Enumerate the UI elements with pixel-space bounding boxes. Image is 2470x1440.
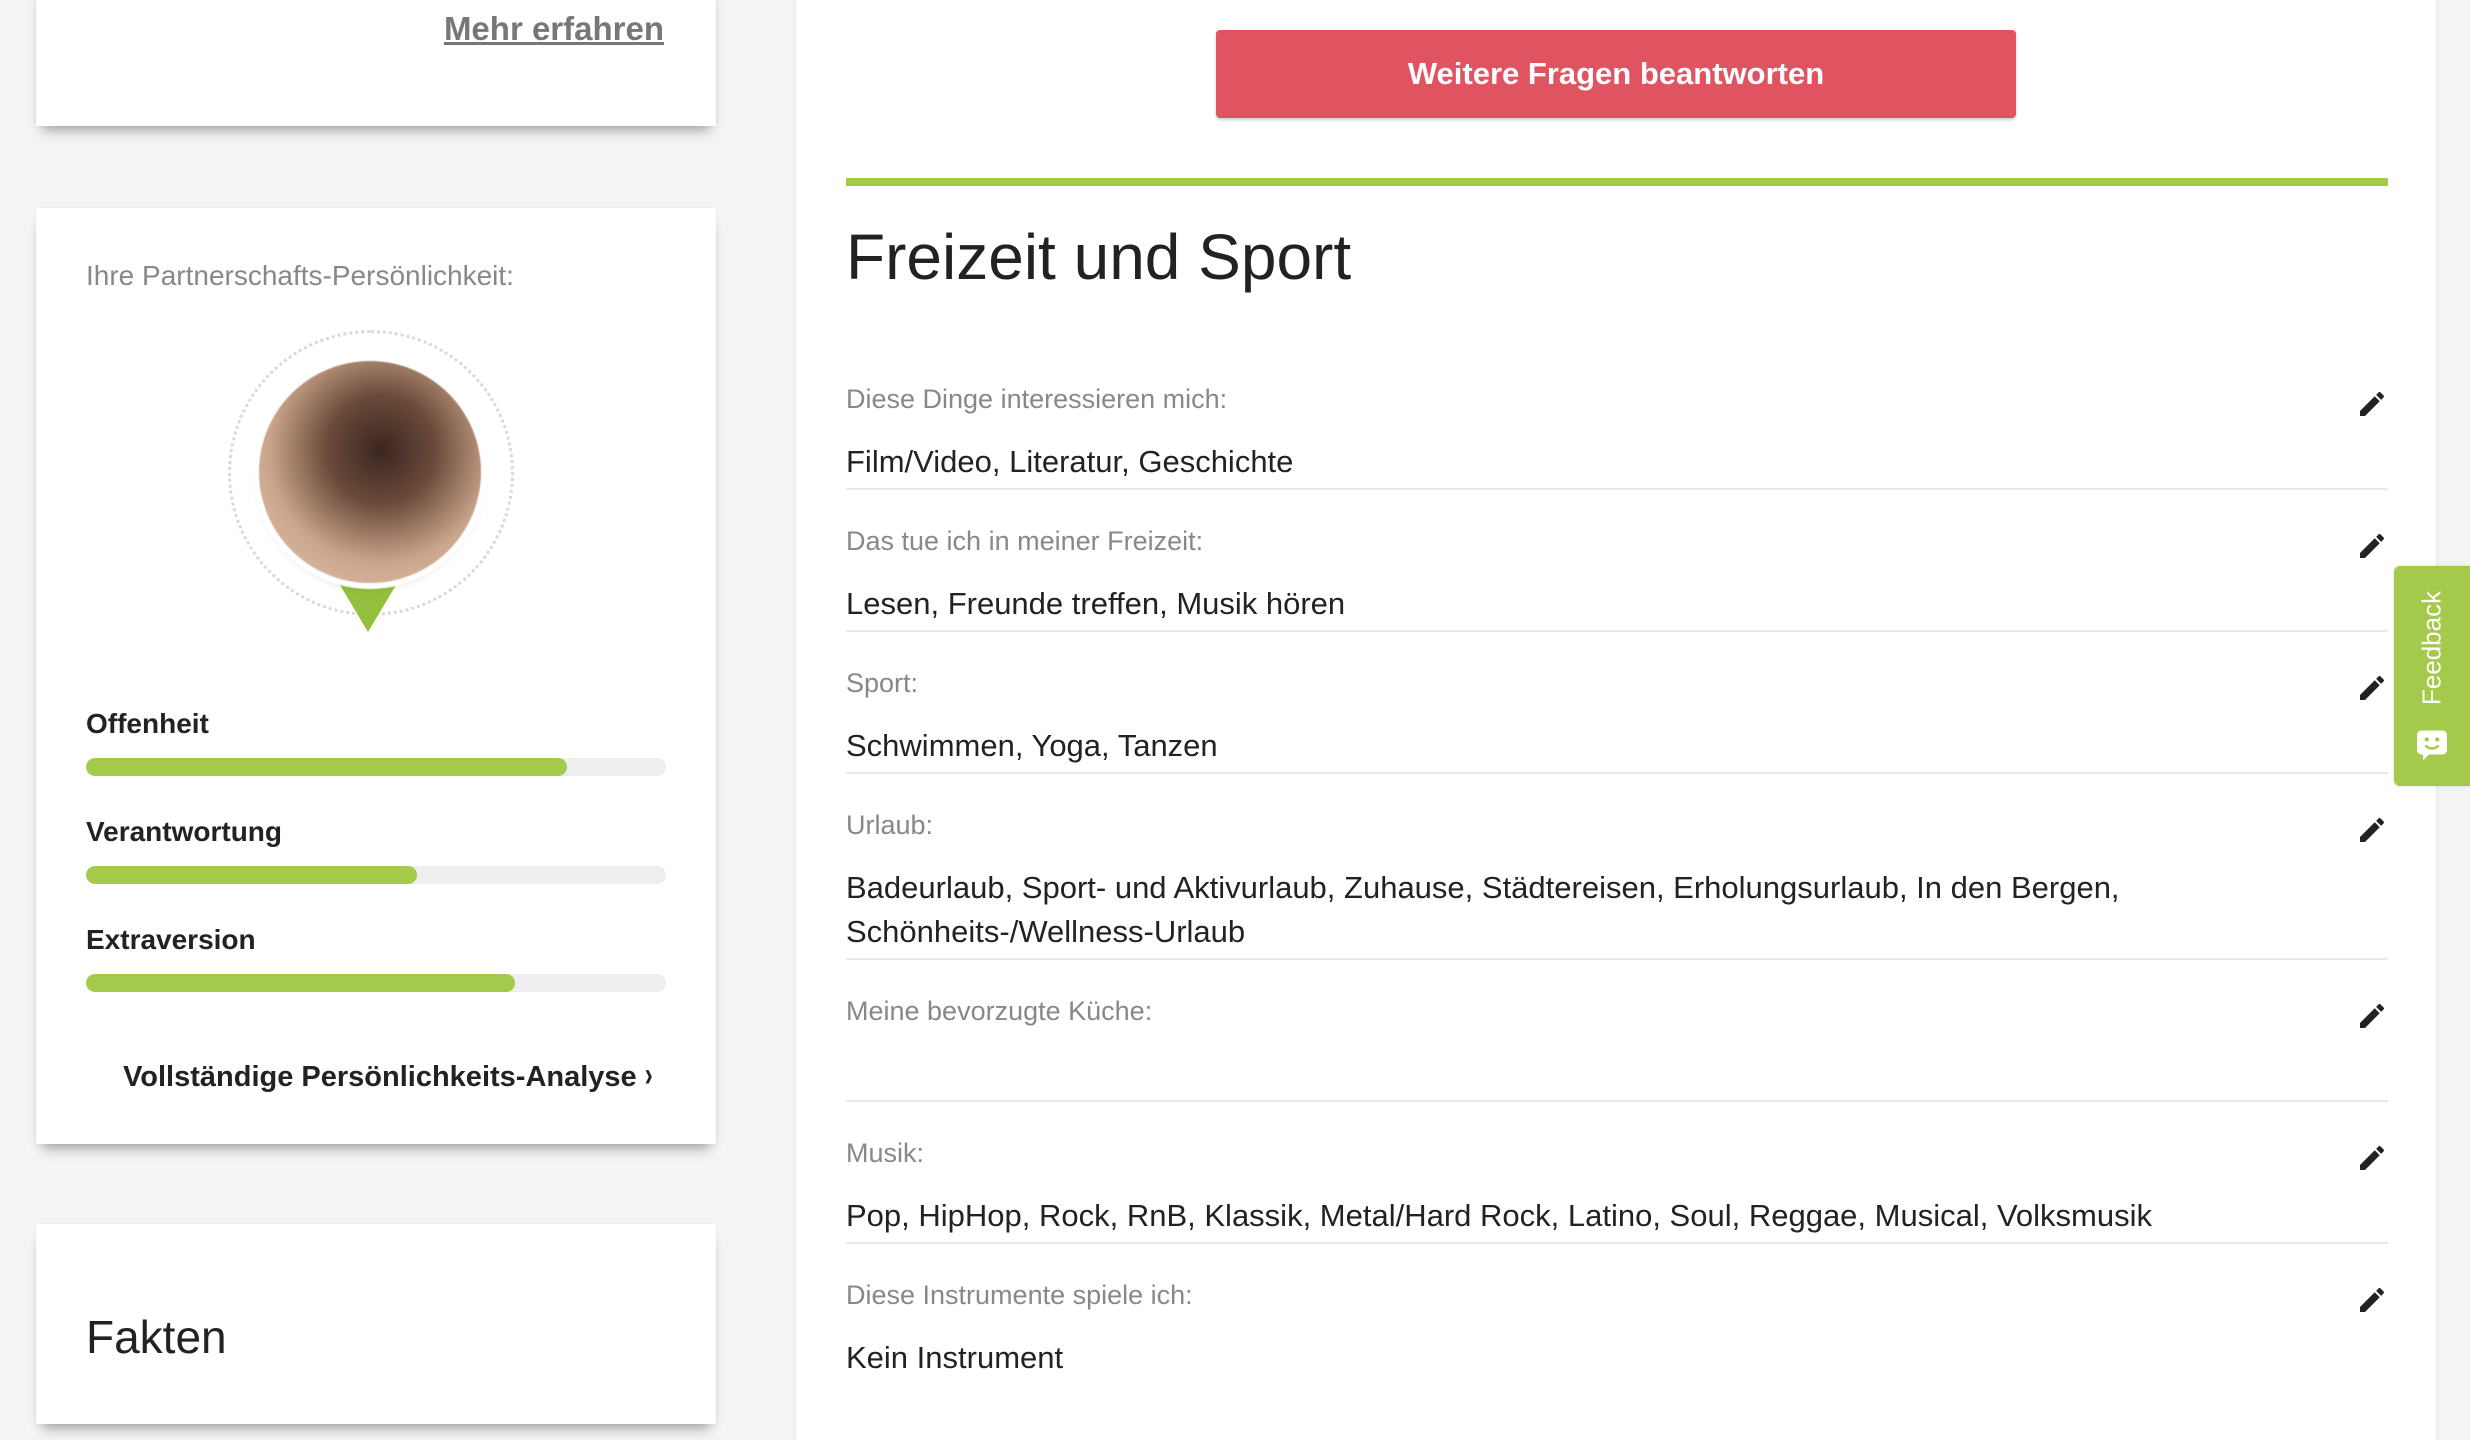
avatar-marker [226,328,526,668]
full-analysis-link[interactable]: Vollständige Persönlichkeits-Analyse › [123,1056,654,1095]
profile-row-instruments: Diese Instrumente spiele ich: Kein Instr… [846,1280,2388,1384]
pencil-icon[interactable] [2356,530,2388,562]
more-info-link[interactable]: Mehr erfahren [444,10,664,48]
row-label: Das tue ich in meiner Freizeit: [846,526,1204,556]
personality-card: Ihre Partnerschafts-Persönlichkeit: Offe… [36,208,716,1144]
trait-bar-fill [86,866,417,884]
trait-label: Offenheit [86,708,209,739]
trait-label: Extraversion [86,924,256,955]
profile-row-cuisine: Meine bevorzugte Küche: [846,996,2388,1102]
profile-row-leisure: Das tue ich in meiner Freizeit: Lesen, F… [846,526,2388,632]
profile-row-sport: Sport: Schwimmen, Yoga, Tanzen [846,668,2388,774]
pencil-icon[interactable] [2356,1000,2388,1032]
feedback-tab[interactable]: Feedback [2394,566,2470,786]
row-value: Pop, HipHop, Rock, RnB, Klassik, Metal/H… [846,1198,2152,1233]
pencil-icon[interactable] [2356,1142,2388,1174]
trait-bar [86,758,666,776]
pencil-icon[interactable] [2356,1284,2388,1316]
facts-card: Fakten [36,1224,716,1424]
answer-more-questions-button[interactable]: Weitere Fragen beantworten [1216,30,2016,118]
row-value: Film/Video, Literatur, Geschichte [846,444,1294,479]
trait-openness: Offenheit [86,708,666,776]
section-title: Freizeit und Sport [846,221,1352,293]
row-label: Sport: [846,668,919,698]
info-card: Mehr erfahren [36,0,716,126]
full-analysis-label: Vollständige Persönlichkeits-Analyse [123,1061,637,1093]
chat-smile-icon [2417,730,2447,761]
trait-label: Verantwortung [86,816,283,847]
row-value: Kein Instrument [846,1340,1064,1375]
facts-title: Fakten [86,1311,227,1363]
section-divider [846,178,2388,186]
trait-extraversion: Extraversion [86,924,666,992]
row-value: Lesen, Freunde treffen, Musik hören [846,586,1346,621]
profile-row-music: Musik: Pop, HipHop, Rock, RnB, Klassik, … [846,1138,2388,1244]
personality-title: Ihre Partnerschafts-Persönlichkeit: [86,260,514,291]
trait-bar-fill [86,758,568,776]
pencil-icon[interactable] [2356,388,2388,420]
row-label: Diese Dinge interessieren mich: [846,384,1228,414]
trait-bar-fill [86,974,516,992]
feedback-label: Feedback [2416,590,2447,706]
row-label: Urlaub: [846,810,934,840]
row-label: Diese Instrumente spiele ich: [846,1280,1193,1310]
profile-row-interests: Diese Dinge interessieren mich: Film/Vid… [846,384,2388,490]
row-label: Musik: [846,1138,925,1168]
trait-bar [86,974,666,992]
trait-responsibility: Verantwortung [86,816,666,884]
pencil-icon[interactable] [2356,814,2388,846]
row-value: Badeurlaub, Sport- und Aktivurlaub, Zuha… [846,870,2120,949]
row-label: Meine bevorzugte Küche: [846,996,1153,1026]
profile-section-card: Weitere Fragen beantworten Freizeit und … [796,0,2436,1440]
chevron-right-icon: › [644,1056,653,1094]
row-value: Schwimmen, Yoga, Tanzen [846,728,1218,763]
profile-row-vacation: Urlaub: Badeurlaub, Sport- und Aktivurla… [846,810,2388,960]
pencil-icon[interactable] [2356,672,2388,704]
avatar[interactable] [259,361,481,583]
trait-bar [86,866,666,884]
